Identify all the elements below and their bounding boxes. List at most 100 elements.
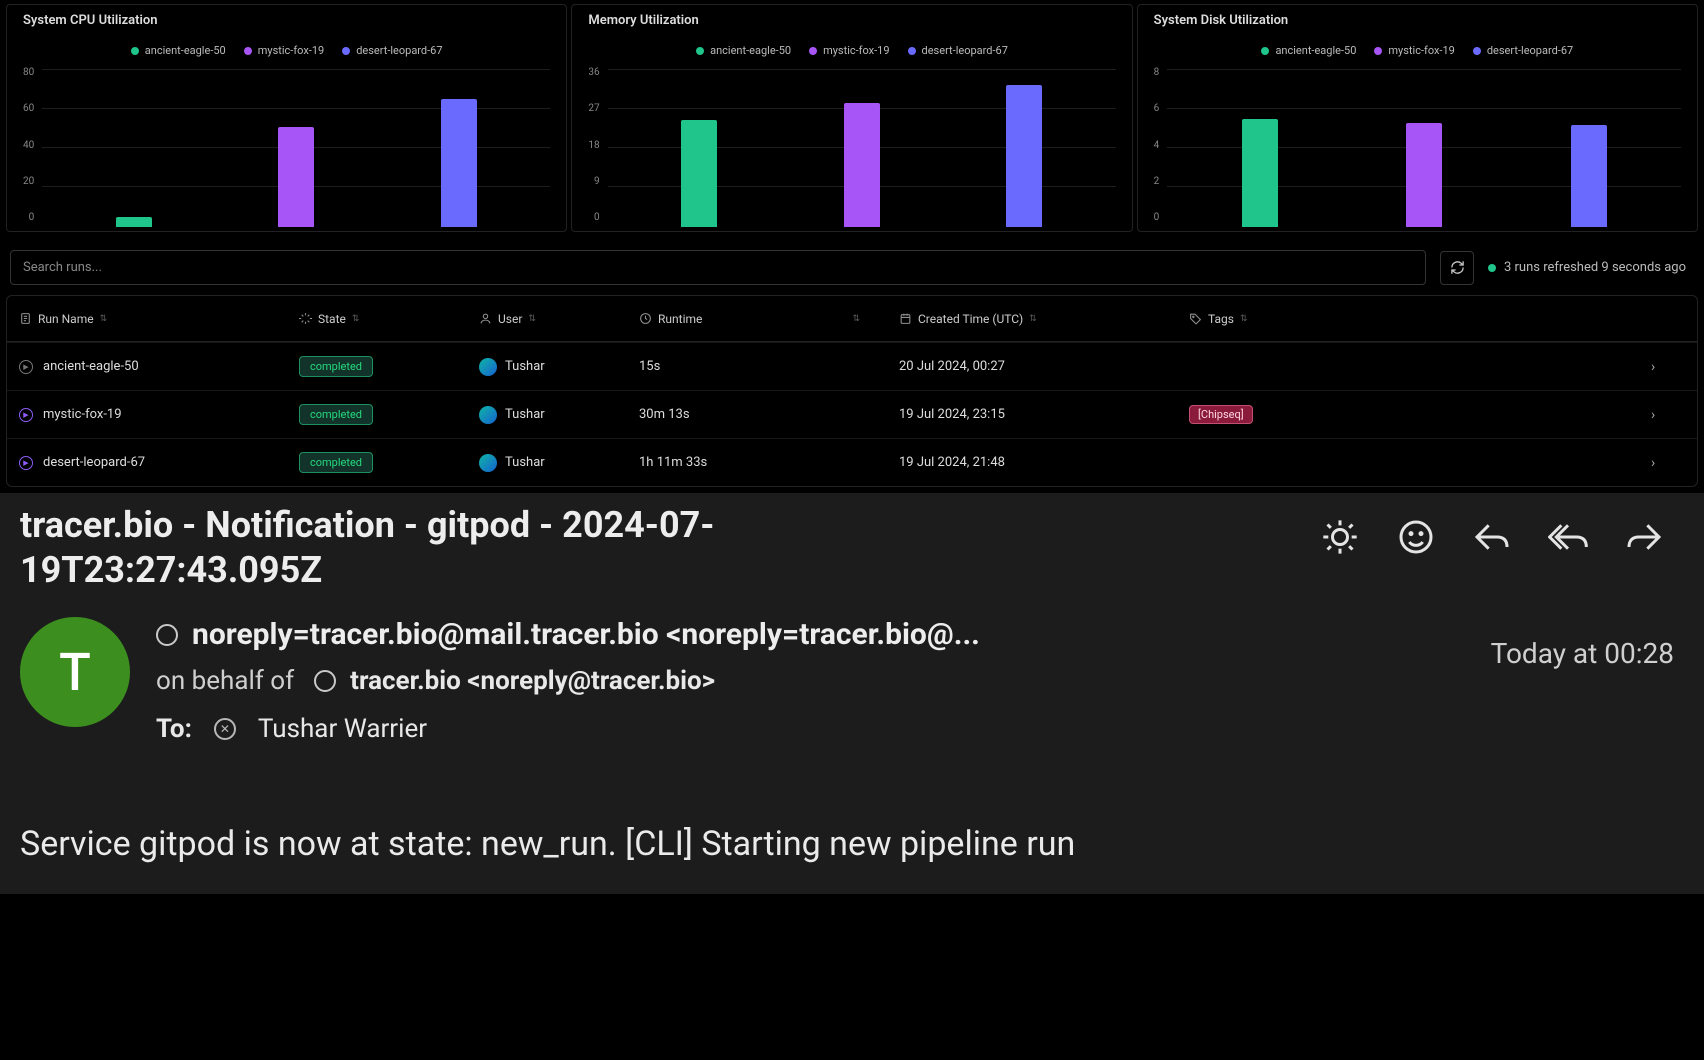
legend-item[interactable]: mystic-fox-19 [809, 44, 889, 57]
legend-item[interactable]: ancient-eagle-50 [696, 44, 791, 57]
runs-table-header: Run Name⇅ State⇅ User⇅ Runtime ⇅ Created… [7, 296, 1697, 342]
chart-legend: ancient-eagle-50 mystic-fox-19 desert-leop… [588, 44, 1115, 57]
sort-icon: ⇅ [1240, 314, 1247, 324]
reply-icon[interactable] [1472, 517, 1512, 557]
run-status-icon: ▶ [19, 408, 33, 422]
run-name: mystic-fox-19 [43, 407, 122, 422]
tag-chip[interactable]: [Chipseq] [1189, 405, 1253, 424]
col-runtime[interactable]: Runtime ⇅ [639, 312, 899, 326]
chevron-right-icon[interactable]: › [1651, 455, 1685, 471]
presence-ring-icon [156, 624, 178, 646]
email-subject: tracer.bio - Notification - gitpod - 202… [20, 503, 920, 593]
y-axis: 36271890 [588, 67, 607, 227]
chart-bar [116, 217, 152, 227]
refresh-status-text: 3 runs refreshed 9 seconds ago [1504, 260, 1686, 275]
chart-bar [1242, 119, 1278, 227]
runtime-value: 1h 11m 33s [639, 455, 899, 470]
chart-bars [1167, 67, 1681, 227]
sort-icon: ⇅ [100, 314, 107, 324]
legend-item[interactable]: mystic-fox-19 [1374, 44, 1454, 57]
table-row[interactable]: ▶ancient-eagle-50completedTushar15s20 Ju… [7, 342, 1697, 390]
chart-bars [42, 67, 550, 227]
col-created[interactable]: Created Time (UTC)⇅ [899, 312, 1189, 326]
y-axis: 806040200 [23, 67, 42, 227]
run-name: desert-leopard-67 [43, 455, 145, 470]
email-to: To: ✕ Tushar Warrier [156, 714, 1465, 744]
legend-item[interactable]: desert-leopard-67 [908, 44, 1008, 57]
tag-icon [1189, 312, 1202, 325]
state-badge: completed [299, 356, 373, 377]
document-icon [19, 312, 32, 325]
legend-item[interactable]: ancient-eagle-50 [1261, 44, 1356, 57]
chevron-right-icon[interactable]: › [1651, 407, 1685, 423]
legend-item[interactable]: desert-leopard-67 [342, 44, 442, 57]
legend-dot-icon [1261, 47, 1269, 55]
col-user[interactable]: User⇅ [479, 312, 639, 326]
email-body: Service gitpod is now at state: new_run.… [20, 824, 1684, 864]
run-status-icon: ▶ [19, 456, 33, 470]
chart-bar [1571, 125, 1607, 227]
email-on-behalf: on behalf of tracer.bio <noreply@tracer.… [156, 666, 1465, 696]
legend-dot-icon [1374, 47, 1382, 55]
created-value: 19 Jul 2024, 23:15 [899, 407, 1189, 422]
legend-item[interactable]: desert-leopard-67 [1473, 44, 1573, 57]
email-panel: tracer.bio - Notification - gitpod - 202… [0, 493, 1704, 894]
user-avatar-icon [479, 406, 497, 424]
sort-icon: ⇅ [1029, 314, 1036, 324]
user-name: Tushar [505, 455, 545, 470]
chart-panel: System CPU Utilizationancient-eagle-50my… [6, 4, 567, 232]
user-avatar-icon [479, 454, 497, 472]
legend-dot-icon [696, 47, 704, 55]
table-row[interactable]: ▶ desert-leopard-67 completed Tushar 1h 11m … [7, 438, 1697, 486]
runtime-value: 15s [639, 359, 899, 374]
user-icon [479, 312, 492, 325]
legend-item[interactable]: mystic-fox-19 [244, 44, 324, 57]
legend-dot-icon [1473, 47, 1481, 55]
runs-toolbar: 3 runs refreshed 9 seconds ago [0, 232, 1704, 295]
legend-dot-icon [342, 47, 350, 55]
chevron-right-icon[interactable]: › [1651, 359, 1685, 375]
runs-table: Run Name⇅ State⇅ User⇅ Runtime ⇅ Created… [6, 295, 1698, 487]
chart-bar [681, 120, 717, 227]
table-row[interactable]: ▶ mystic-fox-19 completed Tushar 30m 13s19 J… [7, 390, 1697, 438]
created-value: 20 Jul 2024, 00:27 [899, 359, 1189, 374]
status-dot-icon [1488, 264, 1496, 272]
state-badge: completed [299, 404, 373, 425]
email-actions [1320, 503, 1684, 557]
chart-bars [608, 67, 1116, 227]
chart-bar [278, 127, 314, 227]
state-badge: completed [299, 452, 373, 473]
spark-icon [299, 312, 312, 325]
chart-title: System Disk Utilization [1154, 13, 1681, 28]
runtime-value: 30m 13s [639, 407, 899, 422]
legend-item[interactable]: ancient-eagle-50 [131, 44, 226, 57]
calendar-icon [899, 312, 912, 325]
remove-recipient-icon[interactable]: ✕ [214, 718, 236, 740]
chart-panel: System Disk Utilization ancient-eagle-50 m… [1137, 4, 1698, 232]
chart-bar [441, 99, 477, 227]
smile-icon[interactable] [1396, 517, 1436, 557]
search-input[interactable] [10, 250, 1426, 285]
legend-dot-icon [908, 47, 916, 55]
user-avatar-icon [479, 358, 497, 376]
col-tags[interactable]: Tags⇅ [1189, 312, 1651, 326]
reply-all-icon[interactable] [1548, 517, 1588, 557]
refresh-button[interactable] [1440, 251, 1474, 285]
user-name: Tushar [505, 359, 545, 374]
clock-icon [639, 312, 652, 325]
chart-legend: ancient-eagle-50 mystic-fox-19 desert-leop… [1154, 44, 1681, 57]
chart-panel: Memory Utilizationancient-eagle-50mystic… [571, 4, 1132, 232]
col-run-name[interactable]: Run Name⇅ [19, 312, 299, 326]
presence-ring-icon [314, 670, 336, 692]
chart-legend: ancient-eagle-50 mystic-fox-19 desert-leop… [23, 44, 550, 57]
y-axis: 86420 [1154, 67, 1168, 227]
forward-icon[interactable] [1624, 517, 1664, 557]
user-name: Tushar [505, 407, 545, 422]
sender-avatar: T [20, 617, 130, 727]
col-state[interactable]: State⇅ [299, 312, 479, 326]
chart-bar [1406, 123, 1442, 227]
refresh-status: 3 runs refreshed 9 seconds ago [1488, 260, 1694, 275]
sun-icon[interactable] [1320, 517, 1360, 557]
legend-dot-icon [131, 47, 139, 55]
legend-dot-icon [809, 47, 817, 55]
